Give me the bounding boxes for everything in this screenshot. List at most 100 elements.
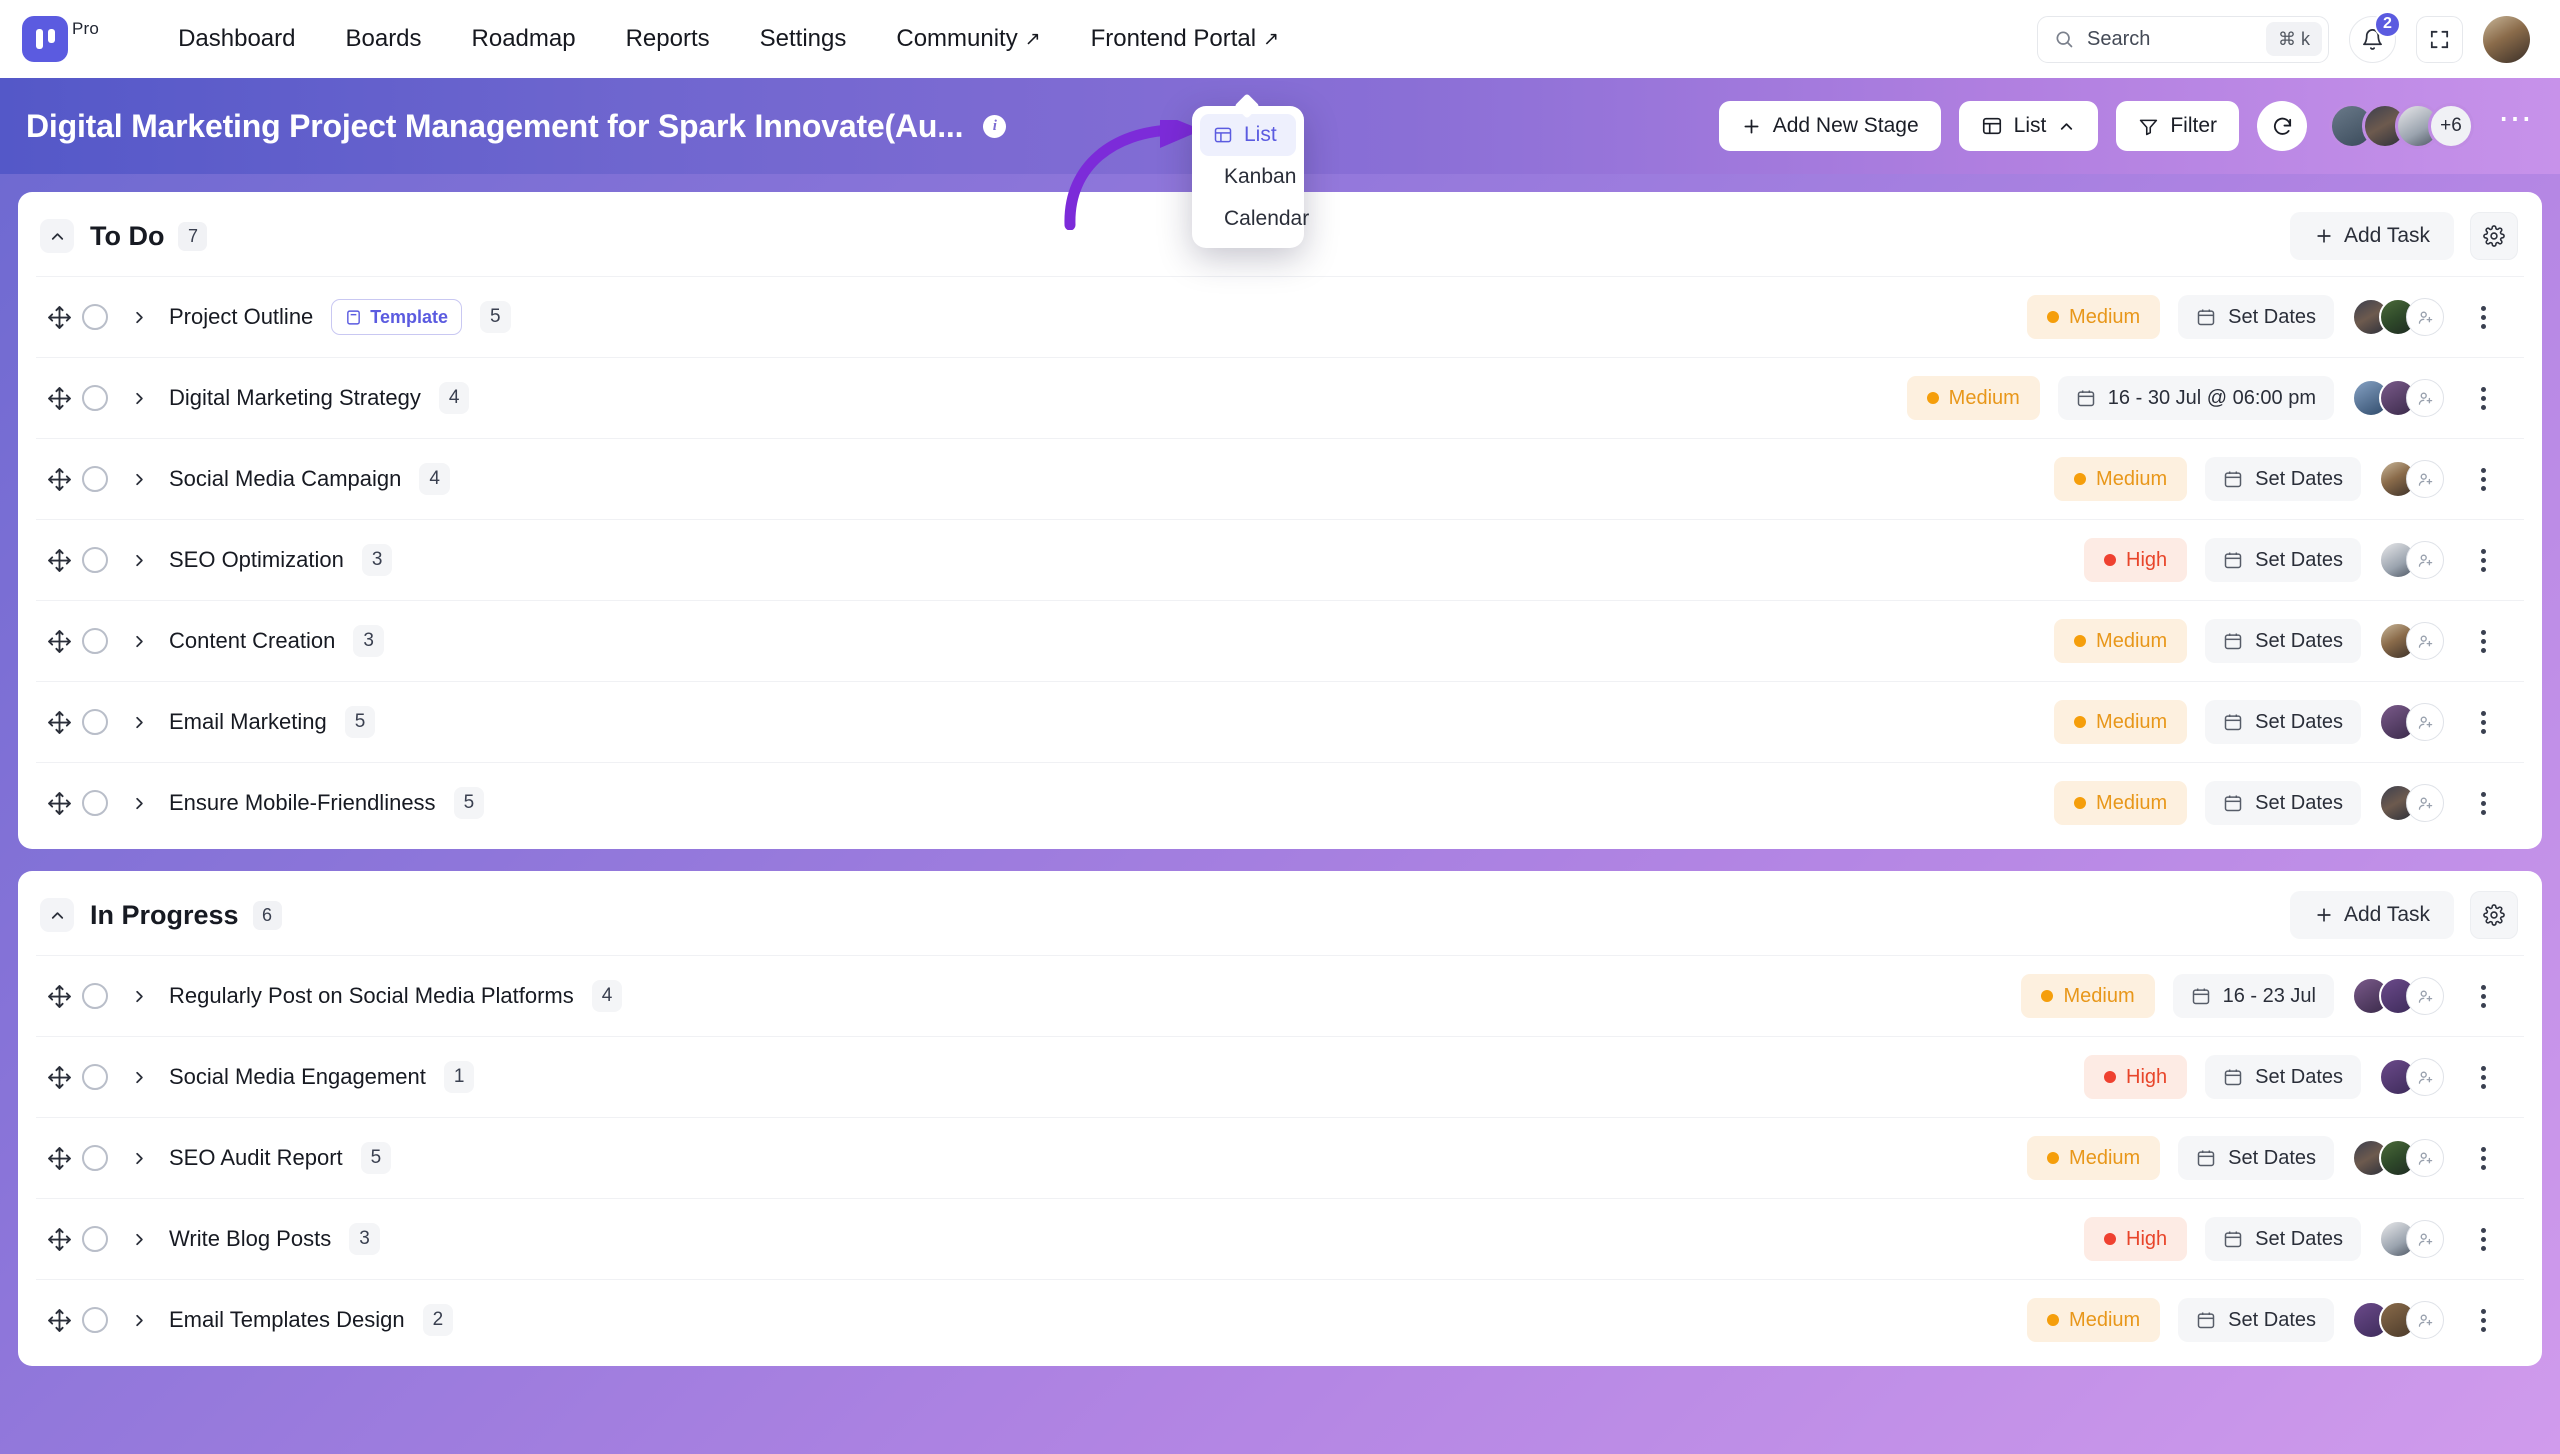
- task-title[interactable]: SEO Audit Report: [169, 1145, 343, 1171]
- table-row[interactable]: Project Outline Template 5 Medium Set Da…: [36, 276, 2524, 357]
- stage-settings-button[interactable]: [2470, 891, 2518, 939]
- task-title[interactable]: Email Templates Design: [169, 1307, 405, 1333]
- task-title[interactable]: Email Marketing: [169, 709, 327, 735]
- add-assignee-button[interactable]: [2406, 460, 2444, 498]
- nav-link-community[interactable]: Community ↗: [871, 25, 1065, 53]
- nav-link-boards[interactable]: Boards: [320, 25, 446, 53]
- table-row[interactable]: Ensure Mobile-Friendliness 5 Medium Set …: [36, 762, 2524, 843]
- task-complete-checkbox[interactable]: [82, 304, 108, 330]
- task-title[interactable]: Ensure Mobile-Friendliness: [169, 790, 436, 816]
- nav-link-frontend-portal[interactable]: Frontend Portal ↗: [1066, 25, 1304, 53]
- status-badge[interactable]: High: [2084, 538, 2187, 582]
- add-task-button[interactable]: Add Task: [2290, 891, 2454, 939]
- task-assignees[interactable]: [2379, 1058, 2444, 1096]
- status-badge[interactable]: High: [2084, 1217, 2187, 1261]
- expand-subtasks-toggle[interactable]: [130, 632, 149, 651]
- task-complete-checkbox[interactable]: [82, 1226, 108, 1252]
- add-assignee-button[interactable]: [2406, 784, 2444, 822]
- task-assignees[interactable]: [2379, 622, 2444, 660]
- task-more-options-icon[interactable]: [2468, 711, 2498, 734]
- search-input[interactable]: Search ⌘ k: [2037, 16, 2329, 63]
- brand-logo[interactable]: Pro: [22, 16, 99, 62]
- task-more-options-icon[interactable]: [2468, 1147, 2498, 1170]
- project-members-avatars[interactable]: +6: [2329, 103, 2474, 149]
- task-complete-checkbox[interactable]: [82, 1307, 108, 1333]
- add-assignee-button[interactable]: [2406, 1058, 2444, 1096]
- add-new-stage-button[interactable]: Add New Stage: [1719, 101, 1941, 151]
- task-more-options-icon[interactable]: [2468, 985, 2498, 1008]
- nav-link-reports[interactable]: Reports: [601, 25, 735, 53]
- add-assignee-button[interactable]: [2406, 977, 2444, 1015]
- task-more-options-icon[interactable]: [2468, 387, 2498, 410]
- expand-subtasks-toggle[interactable]: [130, 551, 149, 570]
- task-more-options-icon[interactable]: [2468, 1066, 2498, 1089]
- add-assignee-button[interactable]: [2406, 298, 2444, 336]
- task-assignees[interactable]: [2352, 1301, 2444, 1339]
- view-menu-item-calendar[interactable]: Calendar: [1200, 198, 1296, 240]
- task-title[interactable]: Social Media Campaign: [169, 466, 401, 492]
- table-row[interactable]: Email Marketing 5 Medium Set Dates: [36, 681, 2524, 762]
- task-assignees[interactable]: [2379, 784, 2444, 822]
- info-icon[interactable]: i: [983, 115, 1006, 138]
- task-date-button[interactable]: Set Dates: [2178, 295, 2334, 339]
- table-row[interactable]: SEO Optimization 3 High Set Dates: [36, 519, 2524, 600]
- task-title[interactable]: Content Creation: [169, 628, 335, 654]
- drag-handle[interactable]: [36, 710, 82, 735]
- status-badge[interactable]: Medium: [2054, 457, 2187, 501]
- task-complete-checkbox[interactable]: [82, 385, 108, 411]
- task-date-button[interactable]: Set Dates: [2205, 619, 2361, 663]
- task-assignees[interactable]: [2379, 541, 2444, 579]
- table-row[interactable]: Content Creation 3 Medium Set Dates: [36, 600, 2524, 681]
- status-badge[interactable]: Medium: [2054, 619, 2187, 663]
- nav-link-dashboard[interactable]: Dashboard: [153, 25, 320, 53]
- task-complete-checkbox[interactable]: [82, 1145, 108, 1171]
- add-assignee-button[interactable]: [2406, 541, 2444, 579]
- task-title[interactable]: Social Media Engagement: [169, 1064, 426, 1090]
- task-date-button[interactable]: Set Dates: [2205, 781, 2361, 825]
- expand-subtasks-toggle[interactable]: [130, 1311, 149, 1330]
- status-badge[interactable]: Medium: [2054, 700, 2187, 744]
- view-switcher-button[interactable]: List: [1959, 101, 2099, 151]
- drag-handle[interactable]: [36, 791, 82, 816]
- drag-handle[interactable]: [36, 1065, 82, 1090]
- task-more-options-icon[interactable]: [2468, 792, 2498, 815]
- drag-handle[interactable]: [36, 1308, 82, 1333]
- status-badge[interactable]: High: [2084, 1055, 2187, 1099]
- task-date-button[interactable]: Set Dates: [2205, 700, 2361, 744]
- task-date-button[interactable]: Set Dates: [2205, 1055, 2361, 1099]
- add-task-button[interactable]: Add Task: [2290, 212, 2454, 260]
- status-badge[interactable]: Medium: [2054, 781, 2187, 825]
- task-date-button[interactable]: Set Dates: [2178, 1136, 2334, 1180]
- drag-handle[interactable]: [36, 1227, 82, 1252]
- task-complete-checkbox[interactable]: [82, 1064, 108, 1090]
- expand-subtasks-toggle[interactable]: [130, 987, 149, 1006]
- filter-button[interactable]: Filter: [2116, 101, 2239, 151]
- task-complete-checkbox[interactable]: [82, 709, 108, 735]
- task-more-options-icon[interactable]: [2468, 306, 2498, 329]
- add-assignee-button[interactable]: [2406, 1139, 2444, 1177]
- task-complete-checkbox[interactable]: [82, 466, 108, 492]
- drag-handle[interactable]: [36, 629, 82, 654]
- drag-handle[interactable]: [36, 548, 82, 573]
- drag-handle[interactable]: [36, 386, 82, 411]
- task-assignees[interactable]: [2352, 977, 2444, 1015]
- expand-subtasks-toggle[interactable]: [130, 1230, 149, 1249]
- status-badge[interactable]: Medium: [2027, 1298, 2160, 1342]
- expand-subtasks-toggle[interactable]: [130, 389, 149, 408]
- task-title[interactable]: Project Outline: [169, 304, 313, 330]
- view-menu-item-kanban[interactable]: Kanban: [1200, 156, 1296, 198]
- drag-handle[interactable]: [36, 305, 82, 330]
- task-title[interactable]: Regularly Post on Social Media Platforms: [169, 983, 574, 1009]
- task-more-options-icon[interactable]: [2468, 549, 2498, 572]
- expand-subtasks-toggle[interactable]: [130, 308, 149, 327]
- expand-subtasks-toggle[interactable]: [130, 713, 149, 732]
- nav-link-settings[interactable]: Settings: [735, 25, 872, 53]
- stage-settings-button[interactable]: [2470, 212, 2518, 260]
- task-complete-checkbox[interactable]: [82, 790, 108, 816]
- task-assignees[interactable]: [2352, 1139, 2444, 1177]
- avatar-overflow-count[interactable]: +6: [2428, 103, 2474, 149]
- task-date-button[interactable]: Set Dates: [2178, 1298, 2334, 1342]
- stage-collapse-toggle[interactable]: [40, 219, 74, 253]
- task-assignees[interactable]: [2352, 379, 2444, 417]
- task-complete-checkbox[interactable]: [82, 983, 108, 1009]
